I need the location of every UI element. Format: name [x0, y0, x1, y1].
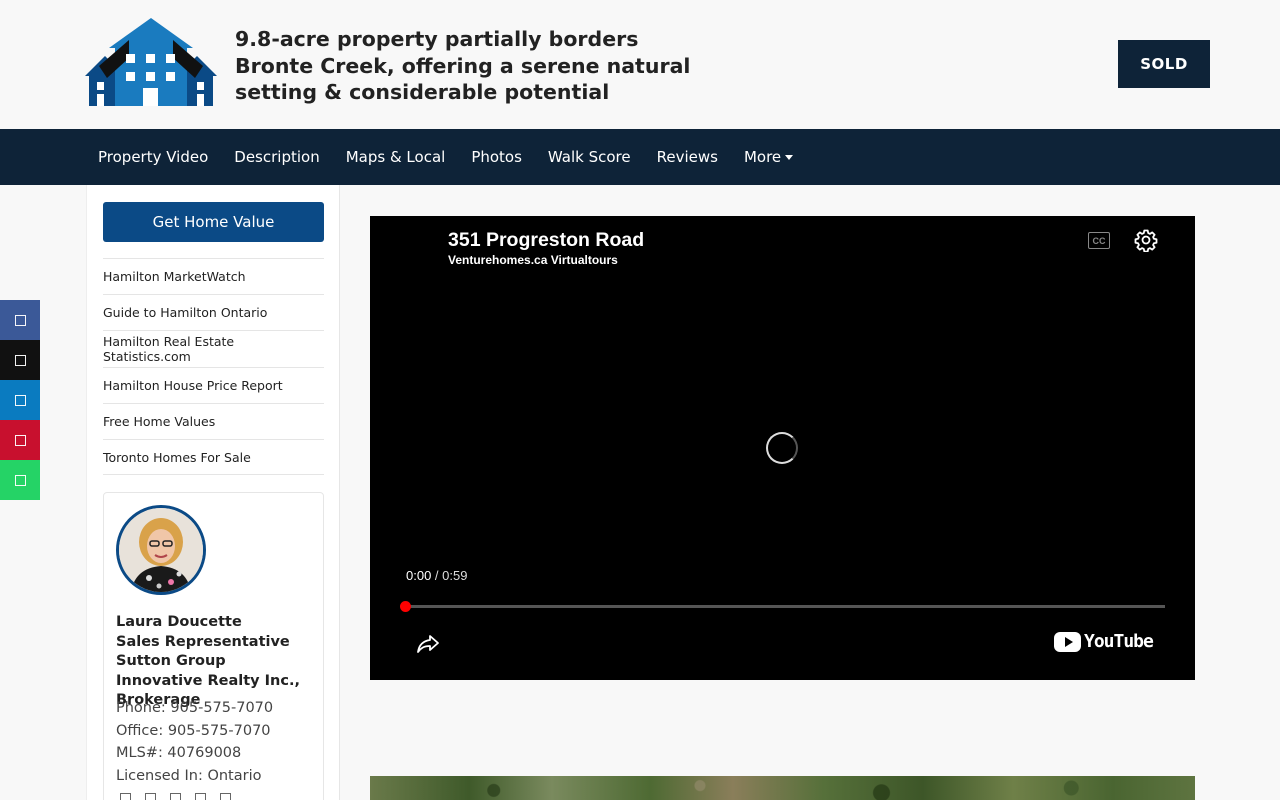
agent-social-icon[interactable] [195, 793, 206, 800]
agent-social-icon[interactable] [120, 793, 131, 800]
nav-item-reviews[interactable]: Reviews [644, 148, 731, 166]
gear-icon[interactable] [1134, 228, 1158, 252]
agent-social-icon[interactable] [170, 793, 181, 800]
agent-phone[interactable]: Phone: 905-575-7070 [116, 697, 316, 720]
linkedin-icon [14, 394, 26, 406]
closed-captions-icon[interactable]: CC [1088, 232, 1110, 249]
nav-item-more-dropdown[interactable]: More [731, 148, 806, 166]
sidebar: Get Home Value Hamilton MarketWatch Guid… [86, 185, 340, 800]
aerial-property-photo [370, 776, 1195, 800]
sidebar-link-toronto-homes[interactable]: Toronto Homes For Sale [103, 438, 324, 476]
facebook-icon [14, 314, 26, 326]
video-time: 0:00 / 0:59 [406, 568, 467, 583]
youtube-brand-label: YouTube [1084, 631, 1154, 652]
nav-item-property-video[interactable]: Property Video [85, 148, 221, 166]
video-time-duration: 0:59 [442, 568, 468, 583]
sidebar-link-hamilton-price-report[interactable]: Hamilton House Price Report [103, 366, 324, 403]
whatsapp-share-button[interactable] [0, 460, 40, 500]
whatsapp-icon [14, 474, 26, 486]
get-home-value-button[interactable]: Get Home Value [103, 202, 324, 242]
agent-title: Sales Representative [116, 633, 290, 650]
main-nav: Property Video Description Maps & Local … [0, 129, 1280, 185]
pinterest-icon [14, 434, 26, 446]
youtube-video-player[interactable]: 351 Progreston Road Venturehomes.ca Virt… [370, 216, 1195, 680]
youtube-play-icon [1054, 631, 1081, 652]
agent-mls: MLS#: 40769008 [116, 745, 242, 761]
sidebar-link-free-home-values[interactable]: Free Home Values [103, 402, 324, 439]
youtube-logo[interactable]: YouTube [1054, 631, 1154, 652]
sidebar-link-guide-hamilton[interactable]: Guide to Hamilton Ontario [103, 294, 324, 330]
video-title[interactable]: 351 Progreston Road [448, 229, 644, 252]
sidebar-link-hamilton-marketwatch[interactable]: Hamilton MarketWatch [103, 258, 324, 294]
agent-social-icon[interactable] [145, 793, 156, 800]
nav-item-photos[interactable]: Photos [458, 148, 535, 166]
agent-social-icon[interactable] [220, 793, 231, 800]
page-title: 9.8-acre property partially borders Bron… [235, 27, 691, 104]
caret-down-icon [785, 154, 794, 160]
status-badge: SOLD [1118, 40, 1210, 88]
video-time-current: 0:00 [406, 568, 432, 583]
nav-item-walk-score[interactable]: Walk Score [535, 148, 644, 166]
sidebar-link-hamilton-statistics[interactable]: Hamilton Real Estate Statistics.com [103, 330, 324, 366]
agent-name: Laura Doucette [116, 614, 242, 630]
nav-item-more-label: More [743, 148, 782, 166]
agent-photo-icon [119, 508, 203, 592]
video-channel[interactable]: Venturehomes.ca Virtualtours [448, 253, 618, 267]
share-icon[interactable] [416, 633, 440, 655]
facebook-share-button[interactable] [0, 300, 40, 340]
agent-avatar [116, 505, 206, 595]
progress-scrubber-handle[interactable] [400, 601, 411, 612]
linkedin-share-button[interactable] [0, 380, 40, 420]
sidebar-links: Hamilton MarketWatch Guide to Hamilton O… [103, 258, 324, 476]
nav-item-description[interactable]: Description [221, 148, 332, 166]
houses-logo-icon[interactable] [85, 18, 217, 108]
agent-licensed: Licensed In: Ontario [116, 767, 262, 784]
video-time-separator: / [431, 568, 443, 583]
x-icon [14, 354, 26, 366]
agent-office[interactable]: Office: 905-575-7070 [116, 720, 316, 743]
agent-identity: Laura Doucette Sales Representative Sutt… [116, 613, 316, 711]
social-share-rail [0, 300, 40, 500]
agent-contact: Phone: 905-575-7070 Office: 905-575-7070… [116, 697, 316, 787]
pinterest-share-button[interactable] [0, 420, 40, 460]
x-share-button[interactable] [0, 340, 40, 380]
agent-social-icons [120, 793, 231, 800]
loading-spinner-icon [766, 432, 798, 464]
video-progress-bar[interactable] [400, 601, 1165, 612]
site-header: 9.8-acre property partially borders Bron… [0, 0, 1280, 129]
nav-item-maps-local[interactable]: Maps & Local [333, 148, 459, 166]
agent-card: Laura Doucette Sales Representative Sutt… [103, 492, 324, 800]
